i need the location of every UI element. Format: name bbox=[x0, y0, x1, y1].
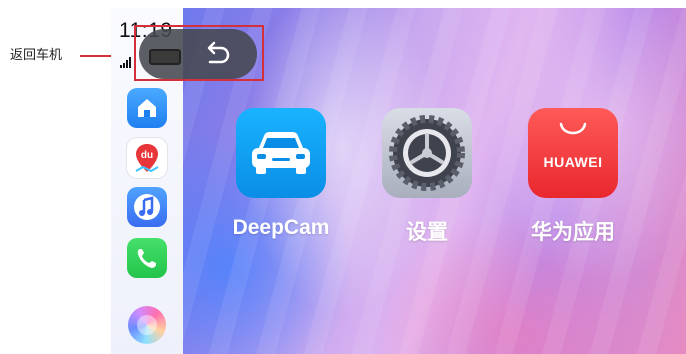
settings-tile[interactable] bbox=[382, 108, 472, 198]
signal-icon bbox=[120, 56, 134, 68]
deepcam-tile[interactable] bbox=[236, 108, 326, 198]
huawei-appgallery-tile[interactable]: HUAWEI bbox=[528, 108, 618, 198]
phone-button[interactable] bbox=[127, 238, 167, 278]
annotation-highlight-box bbox=[134, 25, 264, 81]
app-label-huawei: 华为应用 bbox=[531, 221, 615, 244]
music-icon bbox=[134, 194, 160, 220]
phone-icon bbox=[137, 249, 156, 268]
gear-icon bbox=[389, 115, 465, 191]
app-huawei-appgallery[interactable]: HUAWEI 华为应用 bbox=[503, 108, 643, 246]
huawei-brand-text: HUAWEI bbox=[543, 154, 603, 170]
huawei-appgallery-icon bbox=[559, 122, 587, 135]
maps-icon: du bbox=[135, 144, 159, 173]
car-icon bbox=[252, 132, 310, 174]
annotation-label: 返回车机 bbox=[10, 47, 63, 62]
home-icon bbox=[138, 99, 156, 117]
maps-button[interactable]: du bbox=[127, 138, 167, 178]
carplay-screen: 11:19 du DeepCam 设置 HUAWEI 华为应用 bbox=[111, 8, 686, 354]
app-deepcam[interactable]: DeepCam bbox=[211, 108, 351, 240]
home-button[interactable] bbox=[127, 88, 167, 128]
music-button[interactable] bbox=[127, 187, 167, 227]
siri-icon[interactable] bbox=[128, 306, 166, 344]
app-settings[interactable]: 设置 bbox=[357, 108, 497, 246]
app-label-deepcam: DeepCam bbox=[232, 216, 330, 239]
app-label-settings: 设置 bbox=[406, 221, 448, 244]
maps-badge: du bbox=[141, 150, 153, 161]
